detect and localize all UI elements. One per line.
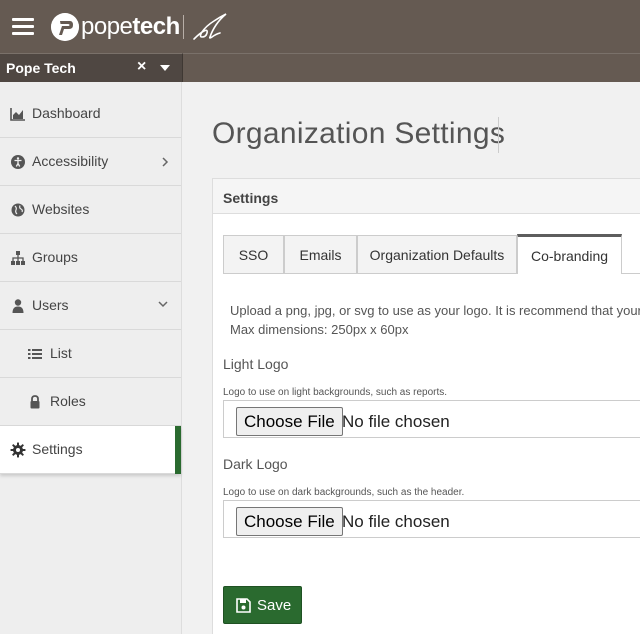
organization-selector-value: Pope Tech <box>6 60 76 76</box>
floppy-disk-icon <box>236 598 251 613</box>
top-header: popetech <box>0 0 640 53</box>
clear-selection-icon[interactable]: × <box>137 58 146 76</box>
sitemap-icon <box>11 251 25 265</box>
dark-logo-choose-file-button[interactable]: Choose File <box>236 507 343 536</box>
sidebar-item-label: Dashboard <box>32 105 101 121</box>
user-icon <box>12 299 24 313</box>
upload-help-text: Upload a png, jpg, or svg to use as your… <box>230 301 640 339</box>
sidebar-item-dashboard[interactable]: Dashboard <box>0 90 181 138</box>
save-button[interactable]: Save <box>223 586 302 624</box>
light-logo-choose-file-button[interactable]: Choose File <box>236 407 343 436</box>
chevron-right-icon <box>162 157 169 167</box>
sidebar-item-label: Settings <box>32 441 83 457</box>
sidebar-item-label: Groups <box>32 249 78 265</box>
sidebar-item-users[interactable]: Users <box>0 282 181 330</box>
sidebar-item-label: List <box>50 345 72 361</box>
tab-emails[interactable]: Emails <box>284 235 357 273</box>
upload-help-line: Upload a png, jpg, or svg to use as your… <box>230 303 640 318</box>
popetech-logo-mark-icon <box>51 13 79 41</box>
tab-organization-defaults[interactable]: Organization Defaults <box>357 235 517 273</box>
light-logo-hint: Logo to use on light backgrounds, such a… <box>223 387 448 398</box>
sidebar-item-list[interactable]: List <box>0 330 181 378</box>
globe-icon <box>11 203 25 217</box>
dark-logo-label: Dark Logo <box>223 456 288 472</box>
popetech-logo[interactable]: popetech <box>51 13 180 41</box>
area-chart-icon <box>10 108 25 121</box>
sidebar-nav: Dashboard Accessibility Websites Groups <box>0 82 182 634</box>
light-logo-file-input[interactable]: Choose File No file chosen <box>223 400 640 438</box>
header-subbar <box>182 53 640 82</box>
caret-down-icon[interactable] <box>160 65 170 71</box>
accessibility-icon <box>11 155 25 169</box>
brand-prefix: pope <box>81 13 133 40</box>
dark-logo-file-input[interactable]: Choose File No file chosen <box>223 500 640 538</box>
organization-selector[interactable]: Pope Tech × <box>0 53 182 82</box>
hamburger-menu-icon[interactable] <box>12 18 34 35</box>
sidebar-item-label: Websites <box>32 201 90 217</box>
sidebar-item-websites[interactable]: Websites <box>0 186 181 234</box>
sidebar-item-label: Roles <box>50 393 86 409</box>
page-title: Organization Settings <box>212 117 506 150</box>
card-header: Settings <box>213 179 640 214</box>
lock-icon <box>30 395 40 409</box>
light-logo-label: Light Logo <box>223 356 289 372</box>
partner-script-logo-icon <box>193 13 227 40</box>
sidebar-item-label: Accessibility <box>32 153 109 169</box>
save-button-label: Save <box>257 597 292 614</box>
brand-suffix: tech <box>132 13 180 40</box>
sidebar-item-settings[interactable]: Settings <box>0 426 181 474</box>
sidebar-item-roles[interactable]: Roles <box>0 378 181 426</box>
sidebar-item-groups[interactable]: Groups <box>0 234 181 282</box>
logo-divider <box>183 15 184 39</box>
title-divider <box>498 117 499 153</box>
list-icon <box>28 349 42 359</box>
dark-logo-hint: Logo to use on dark backgrounds, such as… <box>223 487 465 498</box>
tab-co-branding[interactable]: Co-branding <box>517 234 622 274</box>
card-title: Settings <box>223 190 279 206</box>
gear-icon <box>10 442 26 458</box>
sidebar-item-accessibility[interactable]: Accessibility <box>0 138 181 186</box>
dark-logo-file-status: No file chosen <box>342 512 450 531</box>
max-dimensions-text: Max dimensions: 250px x 60px <box>230 322 409 337</box>
light-logo-file-status: No file chosen <box>342 412 450 431</box>
chevron-down-icon <box>158 301 168 308</box>
tab-sso[interactable]: SSO <box>223 235 284 273</box>
sidebar-item-label: Users <box>32 297 69 313</box>
